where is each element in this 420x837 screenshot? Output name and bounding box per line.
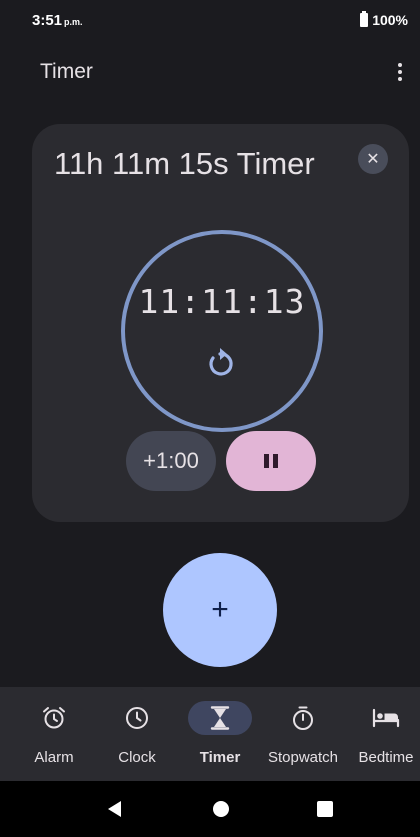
tab-alarm[interactable]: Alarm	[12, 687, 96, 781]
reset-button[interactable]	[200, 344, 240, 384]
more-vert-icon[interactable]	[390, 58, 410, 86]
close-timer-button[interactable]: ✕	[358, 144, 388, 174]
close-icon: ✕	[366, 151, 380, 168]
bottom-navigation: Alarm Clock Timer Stopwatch Bedtime	[0, 687, 420, 781]
status-bar: 3:51 p.m. 100%	[0, 0, 420, 40]
add-timer-button[interactable]: +	[163, 553, 277, 667]
tab-timer[interactable]: Timer	[178, 687, 262, 781]
hourglass-icon	[188, 701, 252, 735]
tab-timer-label: Timer	[199, 749, 241, 766]
tab-clock-label: Clock	[118, 749, 156, 766]
alarm-icon	[22, 701, 86, 735]
system-navigation-bar	[0, 781, 420, 837]
progress-ring-arc	[121, 230, 323, 432]
pause-button[interactable]	[226, 431, 316, 491]
add-icon: +	[211, 593, 229, 626]
tab-alarm-label: Alarm	[34, 749, 74, 766]
tab-bedtime-label: Bedtime	[358, 749, 414, 766]
home-icon[interactable]	[213, 801, 229, 817]
back-icon[interactable]	[108, 801, 121, 817]
stopwatch-icon	[271, 701, 335, 735]
status-time-value: 3:51	[32, 12, 63, 29]
clock-icon	[105, 701, 169, 735]
bed-icon	[354, 701, 418, 735]
tab-stopwatch[interactable]: Stopwatch	[261, 687, 345, 781]
add-minute-button[interactable]: +1:00	[126, 431, 216, 491]
status-time-ampm: p.m.	[64, 17, 83, 27]
timer-card: 11h 11m 15s Timer ✕ 11:11:13 +1:00	[32, 124, 409, 522]
page-title: Timer	[40, 60, 93, 83]
tab-bedtime[interactable]: Bedtime	[344, 687, 420, 781]
battery-indicator: 100%	[360, 11, 408, 28]
status-clock: 3:51 p.m.	[32, 12, 83, 29]
reset-icon	[209, 348, 233, 376]
timer-remaining: 11:11:13	[138, 282, 306, 321]
timer-progress-ring	[121, 230, 323, 432]
tab-clock[interactable]: Clock	[95, 687, 179, 781]
timer-label[interactable]: 11h 11m 15s Timer	[54, 146, 315, 182]
battery-level: 100%	[372, 12, 408, 28]
tab-stopwatch-label: Stopwatch	[267, 749, 339, 766]
recents-icon[interactable]	[317, 801, 333, 817]
battery-icon	[360, 11, 369, 27]
pause-icon	[264, 454, 278, 468]
